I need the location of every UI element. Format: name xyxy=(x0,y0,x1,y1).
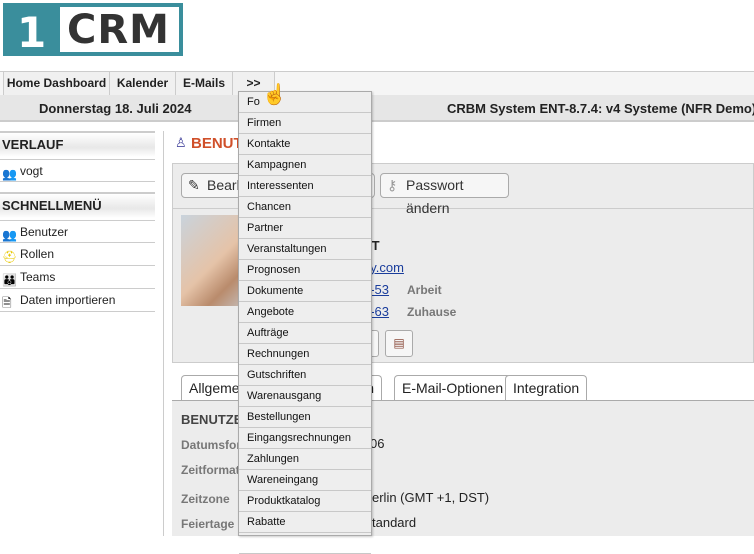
row-value: erlin (GMT +1, DST) xyxy=(372,490,490,505)
date-bar: Donnerstag 18. Juli 2024 CRBM System ENT… xyxy=(0,95,754,122)
row-label: Feiertage xyxy=(181,517,235,531)
hand-cursor-icon: ☝ xyxy=(262,84,287,106)
menu-item[interactable]: Kampagnen xyxy=(239,155,371,176)
divider xyxy=(163,131,164,536)
menu-item[interactable]: Prognosen xyxy=(239,260,371,281)
menu-item[interactable]: Interessenten xyxy=(239,176,371,197)
menu-item[interactable]: Kontakte xyxy=(239,134,371,155)
menu-item[interactable]: Chancen xyxy=(239,197,371,218)
tab-allgemein[interactable]: Allgemei xyxy=(181,375,243,401)
phone-work-label: Arbeit xyxy=(407,283,442,297)
edit-icon: ✎ xyxy=(188,177,200,193)
tab-integration[interactable]: Integration xyxy=(505,375,588,401)
menu-item[interactable]: Angebote xyxy=(239,302,371,323)
menu-item[interactable]: Bestellungen xyxy=(239,407,371,428)
menu-item[interactable]: Dokumente xyxy=(239,281,371,302)
menu-item[interactable]: Warenausgang xyxy=(239,386,371,407)
quick-item-rollen[interactable]: ⛑ Rollen xyxy=(0,243,155,266)
quick-item-benutzer[interactable]: 👥 Benutzer xyxy=(0,220,155,243)
history-header: VERLAUF xyxy=(0,131,155,157)
menu-item[interactable]: Zahlungen xyxy=(239,449,371,470)
menu-item[interactable]: Aufträge xyxy=(239,323,371,344)
menu-item[interactable] xyxy=(239,533,371,554)
row-label: Datumsfor xyxy=(181,438,242,452)
phone-home-label: Zuhause xyxy=(407,305,457,319)
helmet-icon: ⛑ xyxy=(2,250,18,264)
menu-item[interactable]: Veranstaltungen xyxy=(239,239,371,260)
quick-item-import[interactable]: 🗎 Daten importieren xyxy=(0,289,155,312)
import-icon: 🗎 xyxy=(2,296,12,310)
menu-item[interactable]: Firmen xyxy=(239,113,371,134)
row-label: Zeitzone xyxy=(181,492,230,506)
current-date: Donnerstag 18. Juli 2024 xyxy=(39,101,192,116)
menu-item[interactable]: Fo xyxy=(239,92,371,113)
menu-item[interactable]: Produktkatalog xyxy=(239,491,371,512)
logo-one: 1 xyxy=(17,8,47,57)
user-icon: ♙ xyxy=(175,135,187,150)
menu-item[interactable]: Rechnungen xyxy=(239,344,371,365)
more-dropdown-menu: Fo Firmen Kontakte Kampagnen Interessenten Ch… xyxy=(238,91,372,554)
menu-item[interactable]: Rabatte xyxy=(239,512,371,533)
key-icon: ⚷ xyxy=(387,177,398,193)
tab-home-dashboard[interactable]: Home Dashboard xyxy=(3,72,110,96)
menu-item[interactable]: Partner xyxy=(239,218,371,239)
quick-item-teams[interactable]: 👪 Teams xyxy=(0,266,155,289)
history-item-vogt[interactable]: 👥 vogt xyxy=(0,159,155,182)
menu-item[interactable]: Eingangsrechnungen xyxy=(239,428,371,449)
tab-email-options[interactable]: E-Mail-Optionen xyxy=(394,375,512,401)
menu-item[interactable]: Wareneingang xyxy=(239,470,371,491)
logo-crm: CRM xyxy=(67,7,170,53)
users-icon: 👥 xyxy=(2,167,17,181)
tab-emails[interactable]: E-Mails xyxy=(176,72,233,96)
row-label: Zeitformat xyxy=(181,463,240,477)
report-icon: ▤ xyxy=(393,336,405,350)
menu-item[interactable]: Gutschriften xyxy=(239,365,371,386)
logo[interactable]: 1 CRM xyxy=(3,3,183,57)
teams-icon: 👪 xyxy=(2,273,17,287)
row-value: 06 xyxy=(370,436,385,451)
system-info: CRBM System ENT-8.7.4: v4 Systeme (NFR D… xyxy=(447,101,754,116)
report-button[interactable]: ▤ xyxy=(385,330,413,357)
change-password-button[interactable]: ⚷ Passwort ändern xyxy=(380,173,509,216)
main-nav: Home Dashboard Kalender E-Mails >> xyxy=(0,71,754,96)
section-title: BENUTZE xyxy=(181,412,243,427)
tab-kalender[interactable]: Kalender xyxy=(110,72,176,96)
quickmenu-header: SCHNELLMENÜ xyxy=(0,192,155,218)
row-value: tandard xyxy=(372,515,417,530)
